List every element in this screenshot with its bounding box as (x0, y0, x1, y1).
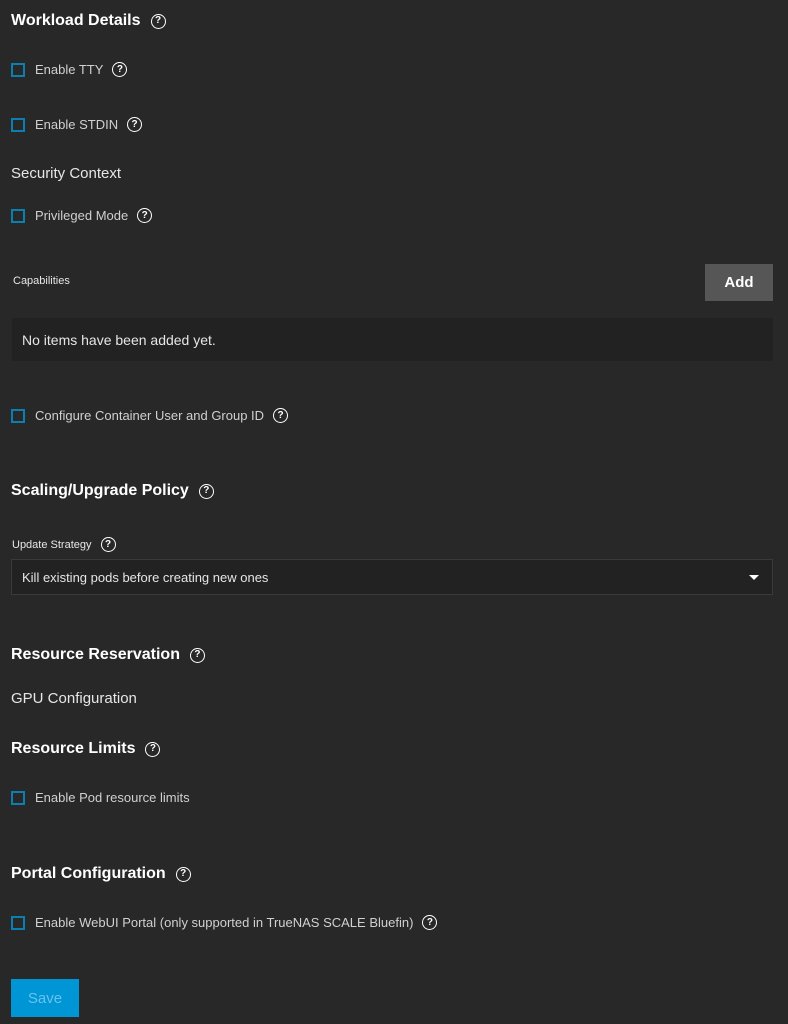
dropdown-caret-icon (749, 575, 759, 580)
checkbox-label: Enable WebUI Portal (only supported in T… (35, 915, 414, 930)
resource-limits-heading: Resource Limits? (11, 740, 161, 758)
enable-tty-checkbox[interactable]: Enable TTY? (11, 62, 128, 77)
help-icon[interactable]: ? (422, 915, 438, 930)
help-icon[interactable]: ? (112, 62, 128, 77)
checkbox-label: Enable Pod resource limits (35, 790, 190, 805)
enable-pod-limits-checkbox[interactable]: Enable Pod resource limits (11, 790, 190, 805)
help-icon[interactable]: ? (273, 408, 289, 423)
privileged-mode-checkbox[interactable]: Privileged Mode? (11, 208, 153, 223)
workload-details-heading: Workload Details? (11, 12, 166, 30)
help-icon[interactable]: ? (137, 208, 153, 223)
resource-reservation-heading: Resource Reservation? (11, 646, 205, 664)
heading-text: Resource Reservation (11, 646, 180, 663)
enable-webui-portal-checkbox[interactable]: Enable WebUI Portal (only supported in T… (11, 915, 438, 930)
update-strategy-select[interactable]: Kill existing pods before creating new o… (11, 559, 773, 595)
checkbox-box[interactable] (11, 915, 25, 930)
portal-configuration-heading: Portal Configuration? (11, 865, 191, 883)
checkbox-label: Privileged Mode (35, 208, 129, 223)
checkbox-box[interactable] (11, 408, 25, 423)
help-icon[interactable]: ? (100, 537, 116, 552)
checkbox-box[interactable] (11, 62, 25, 77)
security-context-heading: Security Context (11, 165, 122, 182)
label-text: Update Strategy (12, 538, 92, 551)
help-icon[interactable]: ? (150, 13, 166, 29)
heading-text: Scaling/Upgrade Policy (11, 482, 189, 499)
heading-text: Resource Limits (11, 740, 136, 757)
help-icon[interactable]: ? (198, 483, 214, 499)
help-icon[interactable]: ? (127, 117, 143, 132)
enable-stdin-checkbox[interactable]: Enable STDIN? (11, 117, 143, 132)
help-icon[interactable]: ? (145, 741, 161, 757)
checkbox-box[interactable] (11, 208, 25, 223)
heading-text: Portal Configuration (11, 865, 166, 882)
save-button[interactable]: Save (11, 979, 79, 1017)
checkbox-label: Enable TTY (35, 62, 104, 77)
scaling-policy-heading: Scaling/Upgrade Policy? (11, 482, 214, 500)
checkbox-box[interactable] (11, 790, 25, 805)
add-capability-button[interactable]: Add (705, 264, 773, 301)
checkbox-label: Configure Container User and Group ID (35, 408, 265, 423)
gpu-configuration-heading: GPU Configuration (11, 690, 137, 707)
heading-text: Workload Details (11, 12, 141, 29)
checkbox-box[interactable] (11, 117, 25, 132)
configure-ids-checkbox[interactable]: Configure Container User and Group ID? (11, 408, 289, 423)
capabilities-empty-list: No items have been added yet. (12, 318, 773, 361)
selected-value: Kill existing pods before creating new o… (22, 569, 269, 585)
help-icon[interactable]: ? (175, 866, 191, 882)
empty-text: No items have been added yet. (22, 331, 216, 348)
capabilities-label: Capabilities (13, 275, 70, 287)
checkbox-label: Enable STDIN (35, 117, 119, 132)
help-icon[interactable]: ? (189, 647, 205, 663)
update-strategy-label: Update Strategy? (12, 537, 116, 552)
